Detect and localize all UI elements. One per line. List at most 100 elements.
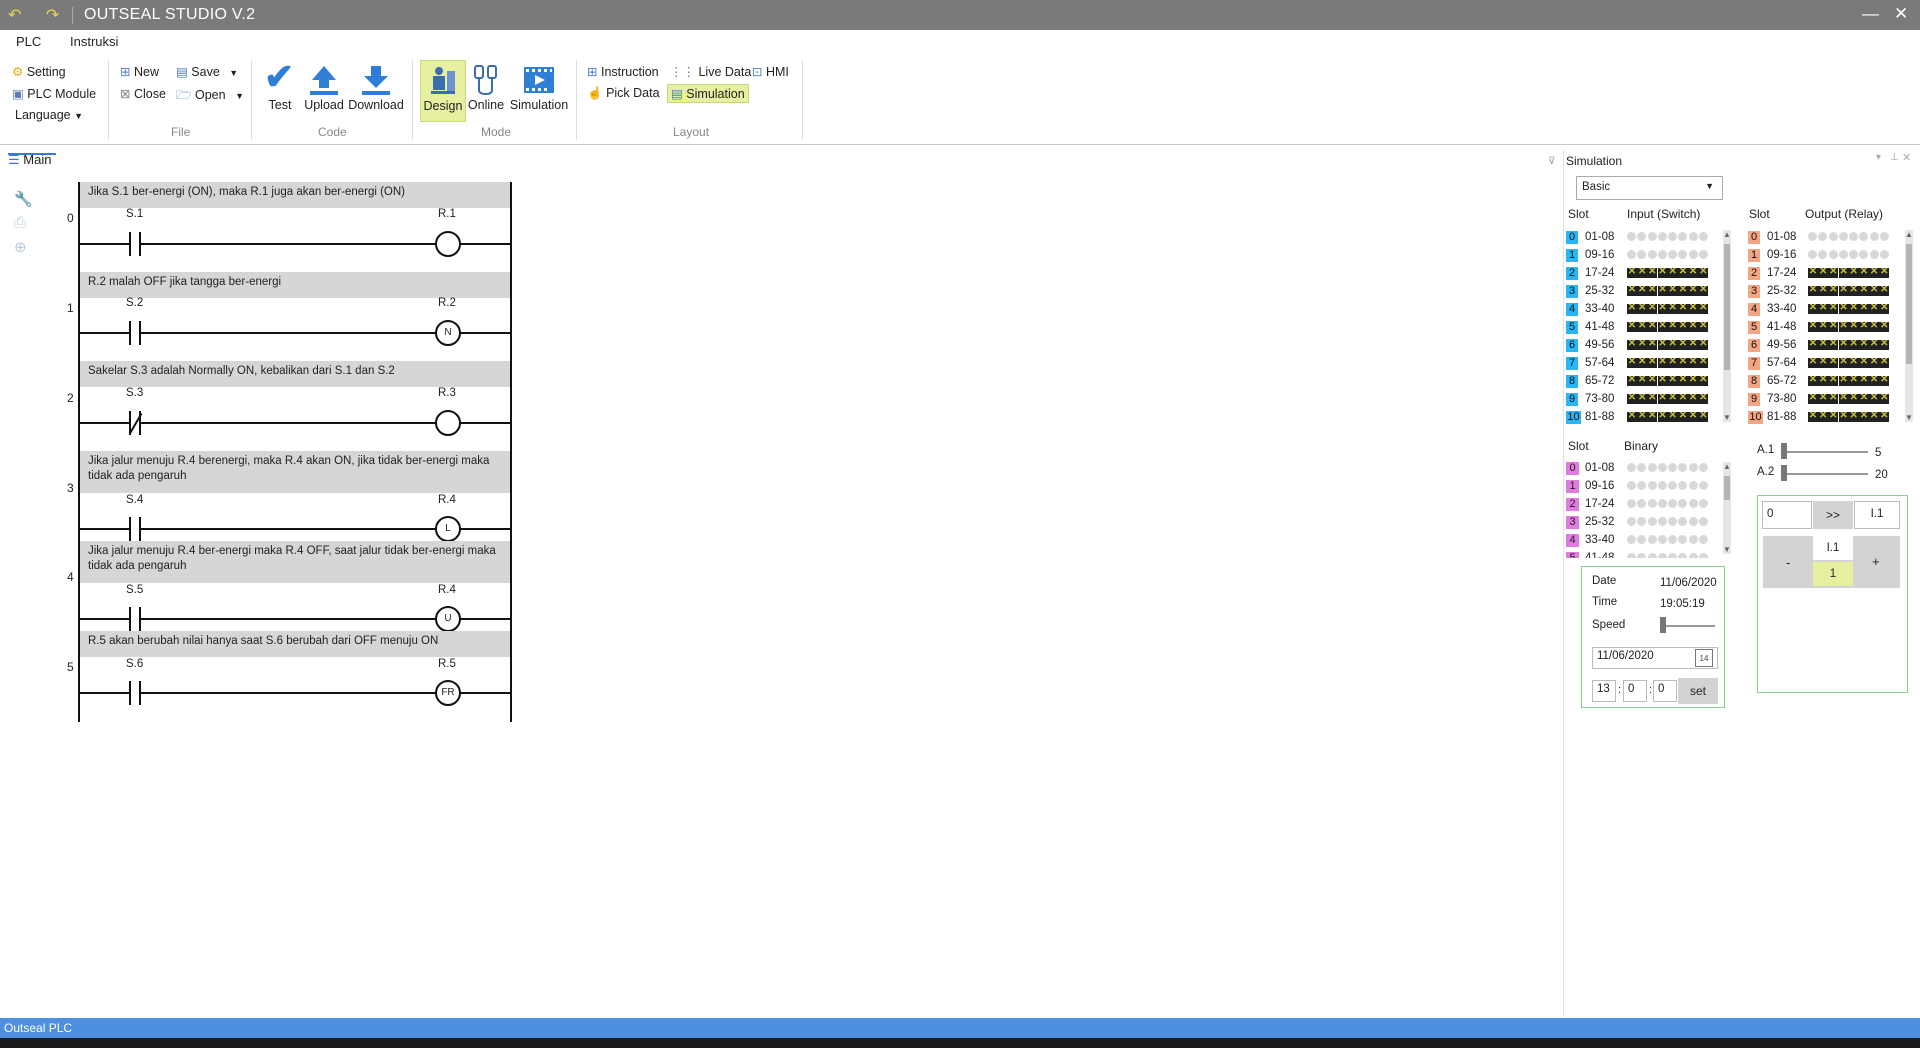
led-off[interactable]	[1657, 463, 1667, 472]
binary-slot-number: 5	[1566, 552, 1579, 558]
led-row	[1627, 463, 1709, 475]
date-label: Date	[1592, 575, 1617, 587]
analog-value: 5	[1875, 447, 1882, 459]
led-row	[1627, 535, 1709, 547]
led-off[interactable]	[1647, 463, 1657, 472]
analog-slider-track	[1782, 451, 1868, 453]
led-off[interactable]	[1699, 553, 1709, 558]
led-off[interactable]	[1688, 463, 1698, 472]
led-off[interactable]	[1699, 499, 1709, 508]
led-off[interactable]	[1657, 481, 1667, 490]
led-row	[1627, 553, 1709, 558]
led-off[interactable]	[1678, 481, 1688, 490]
analog-value: 20	[1875, 469, 1888, 481]
binary-slot-range: 33-40	[1585, 534, 1615, 546]
integer-target-input[interactable]: I.1	[1854, 501, 1900, 529]
time-value: 19:05:19	[1660, 598, 1705, 610]
status-text: Outseal PLC	[4, 1021, 73, 1035]
coil-rising-edge[interactable]: FR	[435, 680, 461, 706]
led-off[interactable]	[1657, 499, 1667, 508]
led-off[interactable]	[1688, 517, 1698, 526]
analog-slider-track	[1782, 473, 1868, 475]
led-off[interactable]	[1668, 535, 1678, 544]
led-off[interactable]	[1647, 481, 1657, 490]
led-off[interactable]	[1627, 553, 1636, 558]
led-off[interactable]	[1647, 553, 1657, 558]
rung-comment[interactable]: R.5 akan berubah nilai hanya saat S.6 be…	[80, 631, 510, 657]
calendar-icon[interactable]: 14	[1695, 649, 1713, 667]
led-off[interactable]	[1668, 481, 1678, 490]
hour-input[interactable]: 13	[1592, 680, 1616, 702]
led-off[interactable]	[1678, 535, 1688, 544]
led-off[interactable]	[1657, 535, 1667, 544]
led-off[interactable]	[1627, 499, 1636, 508]
contact-no[interactable]	[129, 607, 141, 631]
binary-slot-range: 41-48	[1585, 552, 1615, 558]
binary-slot-number: 3	[1566, 516, 1579, 529]
binary-slot-number: 4	[1566, 534, 1579, 547]
led-off[interactable]	[1657, 517, 1667, 526]
integer-value-input[interactable]: 0	[1762, 501, 1812, 529]
led-off[interactable]	[1699, 463, 1709, 472]
led-off[interactable]	[1627, 535, 1636, 544]
led-off[interactable]	[1688, 499, 1698, 508]
scroll-down-icon[interactable]: ▼	[1723, 545, 1731, 554]
date-picker[interactable]: 11/06/2020 14	[1592, 647, 1718, 669]
led-off[interactable]	[1678, 553, 1688, 558]
led-off[interactable]	[1678, 463, 1688, 472]
decrement-button[interactable]: -	[1786, 555, 1790, 570]
minute-input[interactable]: 0	[1623, 680, 1647, 702]
binary-scrollbar[interactable]: ▲ ▼	[1723, 462, 1731, 554]
second-input[interactable]: 0	[1653, 680, 1677, 702]
analog-slider-a2[interactable]	[1781, 465, 1787, 481]
led-off[interactable]	[1637, 463, 1647, 472]
scroll-thumb[interactable]	[1724, 476, 1730, 500]
taskbar	[0, 1038, 1920, 1048]
rung-number: 4	[67, 570, 74, 584]
speed-slider[interactable]	[1660, 617, 1666, 633]
binary-slot-range: 01-08	[1585, 462, 1615, 474]
contact-no[interactable]	[129, 681, 141, 705]
led-off[interactable]	[1637, 481, 1647, 490]
speed-label: Speed	[1592, 619, 1626, 631]
led-off[interactable]	[1668, 517, 1678, 526]
led-off[interactable]	[1647, 517, 1657, 526]
led-off[interactable]	[1647, 499, 1657, 508]
scroll-up-icon[interactable]: ▲	[1723, 462, 1731, 471]
led-off[interactable]	[1637, 535, 1647, 544]
led-off[interactable]	[1637, 517, 1647, 526]
speed-slider-track	[1660, 625, 1715, 627]
led-off[interactable]	[1678, 499, 1688, 508]
led-off[interactable]	[1699, 535, 1709, 544]
led-off[interactable]	[1627, 517, 1636, 526]
time-separator: :	[1618, 684, 1622, 696]
led-off[interactable]	[1688, 535, 1698, 544]
led-off[interactable]	[1668, 553, 1678, 558]
analog-label: A.2	[1757, 466, 1775, 478]
led-off[interactable]	[1657, 553, 1667, 558]
led-off[interactable]	[1647, 535, 1657, 544]
led-off[interactable]	[1668, 463, 1678, 472]
increment-button[interactable]: +	[1872, 554, 1880, 569]
analog-slider-a1[interactable]	[1781, 443, 1787, 459]
transfer-button[interactable]: >>	[1813, 501, 1853, 529]
led-off[interactable]	[1668, 499, 1678, 508]
binary-slot-range: 17-24	[1585, 498, 1615, 510]
led-off[interactable]	[1627, 463, 1636, 472]
led-off[interactable]	[1688, 481, 1698, 490]
set-time-button[interactable]: set	[1678, 678, 1718, 704]
led-off[interactable]	[1699, 517, 1709, 526]
contact-label: S.5	[126, 584, 144, 596]
led-off[interactable]	[1637, 499, 1647, 508]
led-off[interactable]	[1637, 553, 1647, 558]
led-off[interactable]	[1627, 481, 1636, 490]
led-off[interactable]	[1678, 517, 1688, 526]
time-separator: :	[1649, 684, 1653, 696]
rung-number: 5	[67, 660, 74, 674]
led-off[interactable]	[1688, 553, 1698, 558]
date-input-value: 11/06/2020	[1597, 650, 1654, 662]
contact-label: S.6	[126, 658, 144, 670]
analog-label: A.1	[1757, 444, 1775, 456]
coil-unlatch[interactable]: U	[435, 606, 461, 632]
led-off[interactable]	[1699, 481, 1709, 490]
